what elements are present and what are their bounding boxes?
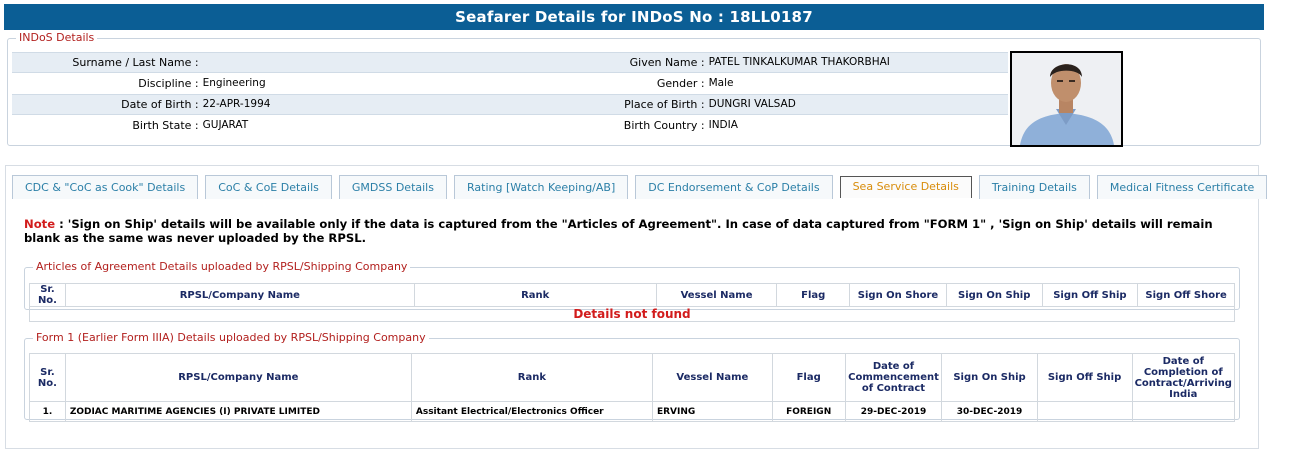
cell-company: ZODIAC MARITIME AGENCIES (I) PRIVATE LIM… bbox=[64, 401, 412, 422]
surname-label: Surname / Last Name : bbox=[72, 56, 199, 69]
info-row: Surname / Last Name : Given Name : PATEL… bbox=[12, 52, 1008, 73]
col-header: Date of Commencement of Contract bbox=[844, 353, 943, 402]
tab-rating-watch-keeping[interactable]: Rating [Watch Keeping/AB] bbox=[453, 175, 629, 199]
form1-header-row: Sr. No. RPSL/Company Name Rank Vessel Na… bbox=[29, 353, 1236, 402]
col-header: Flag bbox=[776, 283, 851, 307]
col-header: Flag bbox=[771, 353, 846, 402]
tab-dc-endorsement-cop[interactable]: DC Endorsement & CoP Details bbox=[635, 175, 833, 199]
col-header: Sign On Shore bbox=[849, 283, 947, 307]
col-header: Sign Off Ship bbox=[1036, 353, 1133, 402]
gender-value: Male bbox=[708, 77, 734, 89]
col-header: RPSL/Company Name bbox=[64, 353, 412, 402]
gender-label: Gender : bbox=[656, 77, 705, 90]
articles-table: Sr. No. RPSL/Company Name Rank Vessel Na… bbox=[29, 283, 1235, 322]
tab-gmdss[interactable]: GMDSS Details bbox=[338, 175, 447, 199]
cell-rank: Assitant Electrical/Electronics Officer bbox=[410, 401, 653, 422]
tab-sea-service[interactable]: Sea Service Details bbox=[839, 176, 972, 198]
empty-row: Details not found bbox=[29, 306, 1235, 322]
articles-header-row: Sr. No. RPSL/Company Name Rank Vessel Na… bbox=[29, 283, 1235, 307]
tab-training[interactable]: Training Details bbox=[978, 175, 1090, 199]
birth-state-value: GUJARAT bbox=[202, 119, 249, 131]
note-body: : 'Sign on Ship' details will be availab… bbox=[24, 217, 1213, 245]
note-keyword: Note bbox=[24, 217, 56, 231]
tab-medical-fitness[interactable]: Medical Fitness Certificate bbox=[1096, 175, 1268, 199]
col-header: Date of Completion of Contract/Arriving … bbox=[1131, 353, 1236, 402]
sea-service-panel: CDC & "CoC as Cook" Details CoC & CoE De… bbox=[5, 165, 1268, 449]
surname-value bbox=[203, 53, 517, 72]
page-title: Seafarer Details for INDoS No : 18LL0187 bbox=[4, 4, 1264, 30]
cell-completion bbox=[1131, 401, 1236, 422]
indos-details-legend: INDoS Details bbox=[19, 31, 95, 44]
cell-flag: FOREIGN bbox=[771, 401, 846, 422]
col-header: RPSL/Company Name bbox=[64, 283, 415, 307]
tab-cdc-coc-cook[interactable]: CDC & "CoC as Cook" Details bbox=[12, 175, 199, 199]
place-of-birth-value: DUNGRI VALSAD bbox=[708, 98, 796, 110]
birth-country-label: Birth Country : bbox=[623, 119, 705, 132]
note-text: Note : 'Sign on Ship' details will be av… bbox=[24, 217, 1214, 245]
cell-sign-on-ship: 30-DEC-2019 bbox=[941, 401, 1038, 422]
col-header: Sr. No. bbox=[29, 353, 66, 402]
col-header: Rank bbox=[410, 353, 653, 402]
col-header: Sign Off Ship bbox=[1041, 283, 1139, 307]
form1-table: Sr. No. RPSL/Company Name Rank Vessel Na… bbox=[29, 353, 1236, 422]
dob-value: 22-APR-1994 bbox=[202, 98, 271, 110]
col-header: Rank bbox=[413, 283, 657, 307]
tab-bar: CDC & "CoC as Cook" Details CoC & CoE De… bbox=[12, 175, 1274, 199]
info-row: Birth State : GUJARAT Birth Country : IN… bbox=[12, 115, 1008, 136]
birth-country-value: INDIA bbox=[708, 119, 738, 131]
seafarer-photo bbox=[1010, 51, 1123, 147]
cell-vessel: ERVING bbox=[651, 401, 773, 422]
cell-sign-off-ship bbox=[1036, 401, 1133, 422]
table-row: 1. ZODIAC MARITIME AGENCIES (I) PRIVATE … bbox=[29, 401, 1236, 422]
form1-legend: Form 1 (Earlier Form IIIA) Details uploa… bbox=[36, 331, 426, 344]
articles-section: Articles of Agreement Details uploaded b… bbox=[24, 260, 1240, 322]
col-header: Sign On Ship bbox=[941, 353, 1038, 402]
given-name-label: Given Name : bbox=[629, 56, 705, 69]
articles-legend: Articles of Agreement Details uploaded b… bbox=[36, 260, 408, 273]
given-name-value: PATEL TINKALKUMAR THAKORBHAI bbox=[708, 56, 890, 68]
info-row: Date of Birth : 22-APR-1994 Place of Bir… bbox=[12, 94, 1008, 115]
indos-details-panel: INDoS Details Surname / Last Name : Give… bbox=[7, 31, 1261, 147]
col-header: Sr. No. bbox=[29, 283, 66, 307]
place-of-birth-label: Place of Birth : bbox=[624, 98, 705, 111]
cell-sr-no: 1. bbox=[29, 401, 66, 422]
form1-section: Form 1 (Earlier Form IIIA) Details uploa… bbox=[24, 331, 1240, 422]
tab-coc-coe[interactable]: CoC & CoE Details bbox=[205, 175, 332, 199]
col-header: Sign On Ship bbox=[945, 283, 1043, 307]
col-header: Sign Off Shore bbox=[1137, 283, 1235, 307]
cell-commencement: 29-DEC-2019 bbox=[844, 401, 943, 422]
indos-info-grid: Surname / Last Name : Given Name : PATEL… bbox=[12, 52, 1008, 136]
info-row: Discipline : Engineering Gender : Male bbox=[12, 73, 1008, 94]
details-not-found: Details not found bbox=[29, 306, 1235, 322]
discipline-label: Discipline : bbox=[138, 77, 199, 90]
dob-label: Date of Birth : bbox=[121, 98, 199, 111]
birth-state-label: Birth State : bbox=[132, 119, 199, 132]
col-header: Vessel Name bbox=[655, 283, 778, 307]
discipline-value: Engineering bbox=[202, 77, 266, 89]
person-photo-icon bbox=[1012, 53, 1121, 145]
col-header: Vessel Name bbox=[651, 353, 773, 402]
